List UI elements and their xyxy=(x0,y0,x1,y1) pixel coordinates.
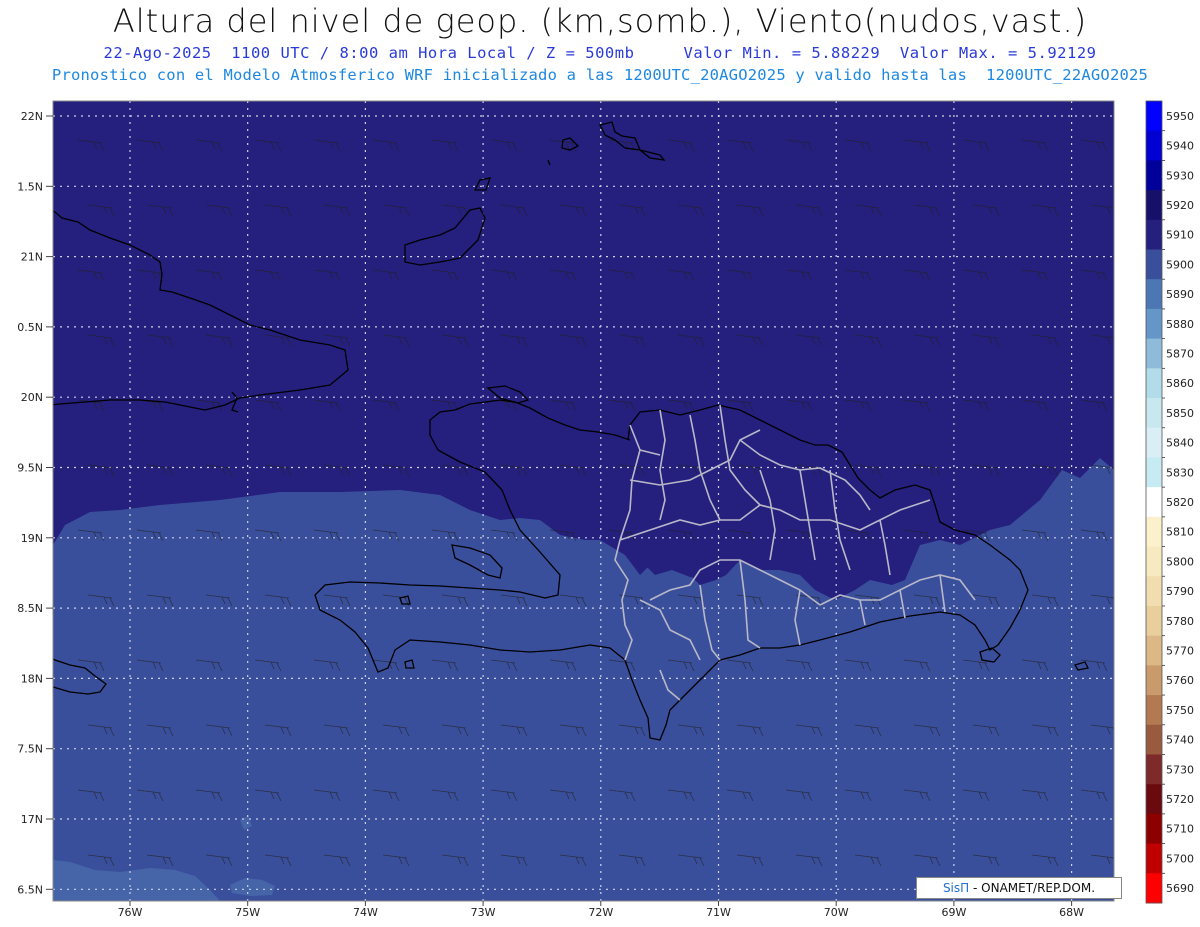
colorbar-label: 5690 xyxy=(1166,882,1194,895)
latitude-label: 8.5N xyxy=(17,602,43,615)
latitude-label: 20N xyxy=(21,391,43,404)
colorbar-label: 5880 xyxy=(1166,318,1194,331)
colorbar-label: 5940 xyxy=(1166,140,1194,153)
colorbar-swatch xyxy=(1146,279,1162,310)
colorbar-swatch xyxy=(1146,101,1162,132)
colorbar-swatch xyxy=(1146,665,1162,696)
colorbar-label: 5710 xyxy=(1166,823,1194,836)
credit-text: - ONAMET/REP.DOM. xyxy=(973,881,1096,895)
colorbar-swatch xyxy=(1146,784,1162,815)
colorbar-label: 5890 xyxy=(1166,288,1194,301)
colorbar-swatch xyxy=(1146,308,1162,340)
colorbar-label: 5780 xyxy=(1166,615,1194,628)
colorbar-swatch xyxy=(1146,368,1162,399)
colorbar-label: 5810 xyxy=(1166,526,1194,539)
colorbar-swatch xyxy=(1146,873,1162,904)
colorbar-label: 5900 xyxy=(1166,258,1194,271)
colorbar-label: 5730 xyxy=(1166,763,1194,776)
colorbar-label: 5760 xyxy=(1166,674,1194,687)
colorbar-swatch xyxy=(1146,190,1162,221)
colorbar-swatch xyxy=(1146,516,1162,548)
colorbar-swatch xyxy=(1146,635,1162,666)
latitude-label: 21N xyxy=(21,251,43,264)
colorbar-swatch xyxy=(1146,398,1162,429)
colorbar-swatch xyxy=(1146,813,1162,845)
colorbar-label: 5750 xyxy=(1166,704,1194,717)
geopotential-shading xyxy=(53,101,1114,901)
colorbar-label: 5870 xyxy=(1166,347,1194,360)
latitude-label: 7.5N xyxy=(17,743,43,756)
colorbar-label: 5820 xyxy=(1166,496,1194,509)
colorbar-swatch xyxy=(1146,724,1162,755)
latitude-label: 17N xyxy=(21,813,43,826)
latitude-label: 22N xyxy=(21,110,43,123)
colorbar-swatch xyxy=(1146,843,1162,874)
colorbar-label: 5910 xyxy=(1166,229,1194,242)
colorbar-swatch xyxy=(1146,249,1162,280)
longitude-label: 75W xyxy=(235,906,260,919)
colorbar-label: 5830 xyxy=(1166,466,1194,479)
colorbar-label: 5860 xyxy=(1166,377,1194,390)
longitude-label: 72W xyxy=(588,906,613,919)
colorbar-swatch xyxy=(1146,695,1162,726)
colorbar-label: 5770 xyxy=(1166,645,1194,658)
longitude-axis: 76W 75W 74W 73W 72W 71W 70W 69W 68W xyxy=(118,901,1084,919)
colorbar-swatch xyxy=(1146,605,1162,637)
colorbar-swatch xyxy=(1146,576,1162,607)
colorbar-label: 5920 xyxy=(1166,199,1194,212)
colorbar-swatch xyxy=(1146,160,1162,191)
colorbar-label: 5850 xyxy=(1166,407,1194,420)
colorbar-label: 5720 xyxy=(1166,793,1194,806)
colorbar-label: 5700 xyxy=(1166,852,1194,865)
latitude-label: 0.5N xyxy=(17,321,43,334)
sistema-logo-text: SisΠ xyxy=(942,881,970,895)
latitude-label: 19N xyxy=(21,532,43,545)
colorbar-label: 5950 xyxy=(1166,110,1194,123)
longitude-label: 74W xyxy=(353,906,378,919)
colorbar-swatch xyxy=(1146,130,1162,161)
latitude-label: 1.5N xyxy=(17,180,43,193)
credit-box: SisΠ - ONAMET/REP.DOM. xyxy=(916,877,1122,899)
longitude-label: 76W xyxy=(118,906,143,919)
latitude-label: 9.5N xyxy=(17,462,43,475)
colorbar-label: 5740 xyxy=(1166,734,1194,747)
colorbar-swatch xyxy=(1146,338,1162,369)
colorbar-swatch xyxy=(1146,546,1162,577)
longitude-label: 69W xyxy=(941,906,966,919)
latitude-label: 6.5N xyxy=(17,883,43,896)
colorbar-swatch xyxy=(1146,219,1162,251)
colorbar-label: 5930 xyxy=(1166,169,1194,182)
colorbar-label: 5790 xyxy=(1166,585,1194,598)
colorbar-swatch xyxy=(1146,457,1162,488)
colorbar-swatch xyxy=(1146,487,1162,518)
latitude-label: 18N xyxy=(21,672,43,685)
longitude-label: 71W xyxy=(706,906,731,919)
colorbar: 5950 5940 5930 5920 5910 5900 5890 5880 5870 5860… xyxy=(1145,100,1194,904)
colorbar-label: 5800 xyxy=(1166,555,1194,568)
colorbar-swatch xyxy=(1146,427,1162,458)
longitude-label: 68W xyxy=(1059,906,1084,919)
colorbar-swatch xyxy=(1146,754,1162,785)
colorbar-label: 5840 xyxy=(1166,437,1194,450)
longitude-label: 73W xyxy=(471,906,496,919)
longitude-label: 70W xyxy=(824,906,849,919)
forecast-map: 22N 1.5N 21N 0.5N 20N 9.5N 19N 8.5N 18N 7.5N 17N 6.… xyxy=(17,100,1194,919)
latitude-axis: 22N 1.5N 21N 0.5N 20N 9.5N 19N 8.5N 18N 7.5N 17N 6.… xyxy=(17,110,53,896)
